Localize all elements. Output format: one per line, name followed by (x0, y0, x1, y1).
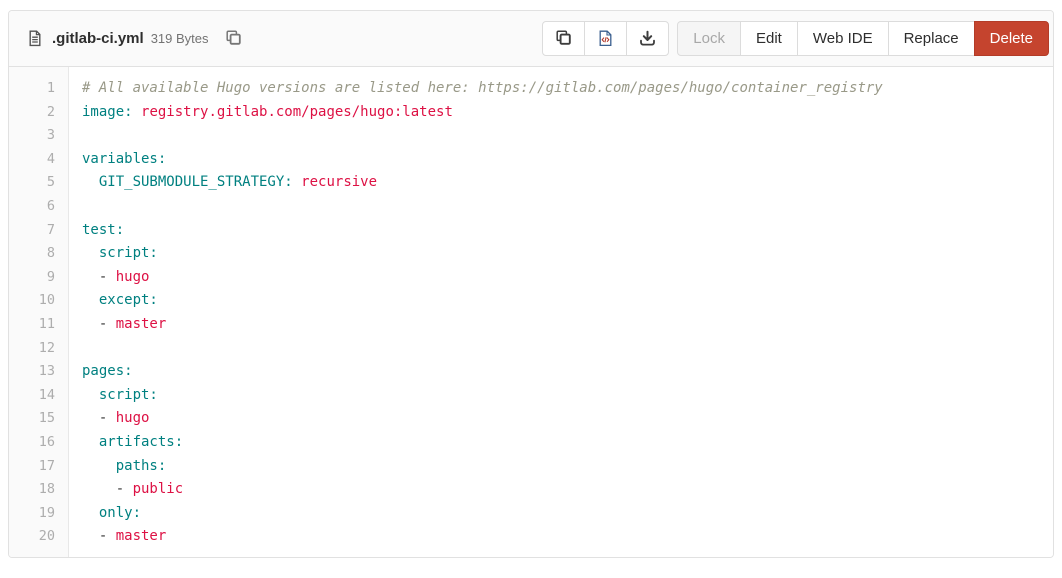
line-number-link[interactable]: 3 (9, 124, 55, 148)
code-line: except: (98, 292, 158, 309)
file-viewer: .gitlab-ci.yml 319 Bytes Lock Edit Web I… (8, 10, 1054, 558)
code-line: # All available Hugo versions are listed… (82, 80, 883, 96)
line-number-link[interactable]: 12 (9, 337, 55, 361)
edit-button[interactable]: Edit (739, 21, 798, 56)
raw-file-icon (598, 30, 613, 47)
line-numbers: 1 2 3 4 5 6 7 8 9 10 11 12 13 14 15 16 17 18 19 20 (9, 67, 69, 557)
file-name: .gitlab-ci.yml (52, 30, 144, 47)
line-number-link[interactable]: 4 (9, 148, 55, 172)
copy-contents-button[interactable] (542, 21, 586, 56)
code-line: script: (98, 245, 158, 262)
line-number-link[interactable]: 8 (9, 242, 55, 266)
file-document-icon (27, 30, 43, 47)
line-number-link[interactable]: 9 (9, 266, 55, 290)
web-ide-button[interactable]: Web IDE (796, 21, 889, 56)
code-line: - public (82, 481, 184, 498)
line-number-link[interactable]: 17 (9, 455, 55, 479)
file-action-button-group: Lock Edit Web IDE Replace Delete (677, 21, 1049, 56)
download-button[interactable] (626, 21, 670, 56)
line-number-link[interactable]: 10 (9, 289, 55, 313)
code-line: - hugo (82, 410, 150, 427)
line-number-link[interactable]: 1 (9, 77, 55, 101)
line-number-link[interactable]: 19 (9, 502, 55, 526)
line-number-link[interactable]: 6 (9, 195, 55, 219)
code-line: image: registry.gitlab.com/pages/hugo:la… (82, 103, 453, 120)
blob-content: 1 2 3 4 5 6 7 8 9 10 11 12 13 14 15 16 17 18 19 20 # All av… (9, 67, 1053, 557)
file-header: .gitlab-ci.yml 319 Bytes Lock Edit Web I… (9, 11, 1053, 67)
code-line: artifacts: (98, 433, 184, 450)
line-number-link[interactable]: 18 (9, 478, 55, 502)
code-line: - master (82, 528, 167, 545)
code-line: paths: (115, 457, 167, 474)
code-line: - master (82, 315, 167, 332)
file-icon-button-group (542, 21, 670, 56)
code-line: script: (98, 386, 158, 403)
code-line: variables: (82, 150, 167, 167)
code-line: - hugo (82, 268, 150, 285)
line-number-link[interactable]: 5 (9, 171, 55, 195)
code-line: GIT_SUBMODULE_STRATEGY: recursive (98, 174, 378, 191)
header-actions: Lock Edit Web IDE Replace Delete (542, 21, 1049, 56)
line-number-link[interactable]: 14 (9, 384, 55, 408)
code-line: only: (98, 504, 142, 521)
line-number-link[interactable]: 15 (9, 407, 55, 431)
copy-icon (225, 30, 242, 47)
line-number-link[interactable]: 13 (9, 360, 55, 384)
line-number-link[interactable]: 2 (9, 101, 55, 125)
download-icon (639, 30, 656, 47)
code-line: pages: (82, 363, 133, 380)
file-size: 319 Bytes (150, 31, 209, 46)
open-raw-button[interactable] (584, 21, 628, 56)
delete-button[interactable]: Delete (973, 21, 1049, 56)
lock-button[interactable]: Lock (677, 21, 741, 56)
copy-icon (555, 30, 572, 47)
copy-file-path-button[interactable] (223, 28, 244, 49)
replace-button[interactable]: Replace (887, 21, 975, 56)
line-number-link[interactable]: 7 (9, 219, 55, 243)
code-line: test: (82, 221, 125, 238)
line-number-link[interactable]: 11 (9, 313, 55, 337)
line-number-link[interactable]: 20 (9, 525, 55, 549)
code-lines: # All available Hugo versions are listed… (69, 67, 1053, 557)
line-number-link[interactable]: 16 (9, 431, 55, 455)
